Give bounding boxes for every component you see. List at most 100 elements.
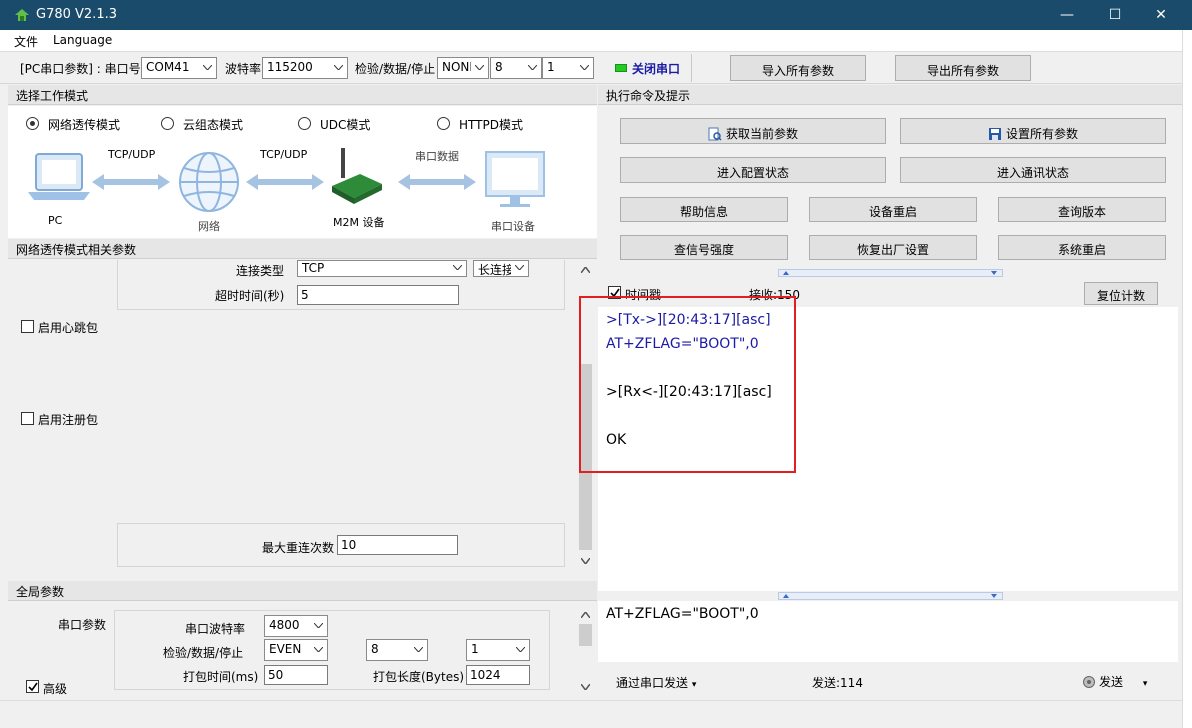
highlight-box: [579, 296, 796, 473]
factory-reset-button[interactable]: 恢复出厂设置: [809, 235, 977, 260]
chevron-down-icon: [410, 640, 427, 660]
radio-httpd[interactable]: [437, 117, 450, 130]
save-icon: [988, 128, 1001, 140]
register-checkbox[interactable]: [21, 412, 34, 425]
splitter-handle[interactable]: [778, 592, 1003, 600]
app-logo-icon: [15, 9, 29, 21]
advanced-label: 高级: [43, 682, 68, 696]
toolbar: [PC串口参数] : 串口号 COM41 波特率 115200 检验/数据/停止…: [0, 52, 1192, 84]
maximize-button[interactable]: ☐: [1092, 0, 1138, 30]
commands-panel: 获取当前参数 设置所有参数 进入配置状态 进入通讯状态 帮助信息 设备重启 查询…: [598, 106, 1182, 268]
stop-bits-select[interactable]: 1: [542, 57, 594, 79]
baud-select[interactable]: 115200: [262, 57, 348, 79]
send-button[interactable]: 发送 ▾: [1082, 673, 1147, 690]
diagram-link1-label: TCP/UDP: [108, 148, 156, 161]
global-stop-select[interactable]: 1: [466, 639, 530, 661]
conn-type-select[interactable]: TCP: [297, 260, 467, 277]
close-port-button[interactable]: 关闭串口: [609, 54, 689, 82]
pack-time-label: 打包时间(ms): [183, 670, 259, 684]
globe-icon: [179, 152, 239, 212]
via-serial-dropdown[interactable]: 通过串口发送 ▾: [616, 674, 696, 691]
send-input-area[interactable]: AT+ZFLAG="BOOT",0: [598, 601, 1178, 662]
scroll-up-icon[interactable]: [581, 267, 590, 273]
timeout-label: 超时时间(秒): [215, 289, 285, 303]
caret-down-icon: ▾: [1142, 679, 1148, 689]
params-panel: 连接类型 TCP 长连接 超时时间(秒) 5 启用心跳包 启用注册包 最大重连次…: [8, 260, 597, 572]
chevron-down-icon: [511, 261, 528, 276]
toolbar-divider: [691, 54, 692, 82]
diagram-link2-label: TCP/UDP: [260, 148, 308, 161]
global-check-label: 检验/数据/停止: [163, 646, 244, 660]
scroll-down-icon[interactable]: [581, 684, 590, 690]
diagram-link3-label: 串口数据: [415, 150, 459, 163]
radio-cloud-config[interactable]: [161, 117, 174, 130]
global-data-select[interactable]: 8: [366, 639, 428, 661]
get-params-button[interactable]: 获取当前参数: [620, 118, 886, 144]
pack-len-input[interactable]: 1024: [466, 665, 530, 685]
close-port-label: 关闭串口: [632, 62, 681, 76]
export-params-button[interactable]: 导出所有参数: [895, 55, 1031, 81]
enter-comm-button[interactable]: 进入通讯状态: [900, 157, 1166, 183]
global-baud-select[interactable]: 4800: [264, 615, 328, 637]
radio-udc[interactable]: [298, 117, 311, 130]
enter-config-button[interactable]: 进入配置状态: [620, 157, 886, 183]
global-panel: 串口参数 串口波特率 4800 检验/数据/停止 EVEN 8 1 打包时间(m…: [8, 602, 597, 698]
global-baud-label: 串口波特率: [185, 622, 246, 636]
minimize-icon: —: [1060, 7, 1074, 23]
chevron-down-icon: [310, 640, 327, 660]
reboot-device-button[interactable]: 设备重启: [809, 197, 977, 222]
mode-label-cloud: 云组态模式: [183, 118, 244, 132]
radio-network-passthrough[interactable]: [26, 117, 39, 130]
chevron-down-icon: [524, 58, 541, 78]
help-button[interactable]: 帮助信息: [620, 197, 788, 222]
serial-params-label: 串口参数: [58, 618, 107, 632]
params-header: 网络透传模式相关参数: [8, 239, 597, 259]
query-signal-button[interactable]: 查信号强度: [620, 235, 788, 260]
query-version-button[interactable]: 查询版本: [998, 197, 1166, 222]
commands-header: 执行命令及提示: [598, 85, 1182, 105]
mode-label-httpd: HTTPD模式: [459, 118, 523, 132]
close-button[interactable]: ✕: [1138, 0, 1184, 30]
data-bits-select[interactable]: 8: [490, 57, 542, 79]
m2m-device-icon: [332, 148, 382, 204]
app-window: G780 V2.1.3 — ☐ ✕ 文件 Language [PC串口参数] :…: [0, 0, 1192, 728]
conn-mode-select[interactable]: 长连接: [473, 260, 529, 277]
double-arrow-icon: [92, 174, 476, 190]
check-label: 检验/数据/停止: [355, 62, 436, 76]
global-parity-select[interactable]: EVEN: [264, 639, 328, 661]
send-input[interactable]: AT+ZFLAG="BOOT",0: [606, 606, 759, 622]
work-mode-panel: 网络透传模式 云组态模式 UDC模式 HTTPD模式 PC 网络 M2M 设备 …: [8, 106, 597, 238]
import-params-button[interactable]: 导入所有参数: [730, 55, 866, 81]
reset-count-button[interactable]: 复位计数: [1084, 282, 1158, 305]
set-params-button[interactable]: 设置所有参数: [900, 118, 1166, 144]
menu-language[interactable]: Language: [53, 33, 112, 47]
system-reboot-button[interactable]: 系统重启: [998, 235, 1166, 260]
diagram-m2m-label: M2M 设备: [333, 216, 385, 229]
max-reconnect-label: 最大重连次数: [262, 541, 335, 555]
menu-file[interactable]: 文件: [14, 33, 38, 50]
port-select[interactable]: COM41: [141, 57, 217, 79]
parity-select[interactable]: NONI: [437, 57, 489, 79]
timeout-input[interactable]: 5: [297, 285, 459, 305]
menu-bar: 文件 Language: [0, 30, 1192, 52]
global-scrollbar[interactable]: [577, 610, 594, 696]
work-mode-header: 选择工作模式: [8, 85, 597, 105]
scroll-up-icon[interactable]: [581, 612, 590, 618]
pc-serial-label: [PC串口参数] : 串口号: [20, 62, 141, 76]
advanced-checkbox[interactable]: [26, 680, 39, 693]
register-label: 启用注册包: [38, 413, 99, 427]
diagram-net-label: 网络: [198, 220, 220, 233]
mode-label-udc: UDC模式: [320, 118, 371, 132]
sent-count: 发送:114: [812, 676, 863, 690]
pack-time-input[interactable]: 50: [264, 665, 328, 685]
heartbeat-checkbox[interactable]: [21, 320, 34, 333]
max-reconnect-input[interactable]: 10: [337, 535, 458, 555]
chevron-down-icon: [512, 640, 529, 660]
splitter-handle[interactable]: [778, 269, 1003, 277]
heartbeat-label: 启用心跳包: [38, 321, 99, 335]
arrow-up-icon: [783, 594, 789, 598]
minimize-button[interactable]: —: [1044, 0, 1090, 30]
status-led-icon: [615, 64, 627, 72]
scroll-thumb[interactable]: [579, 624, 592, 646]
scroll-down-icon[interactable]: [581, 558, 590, 564]
